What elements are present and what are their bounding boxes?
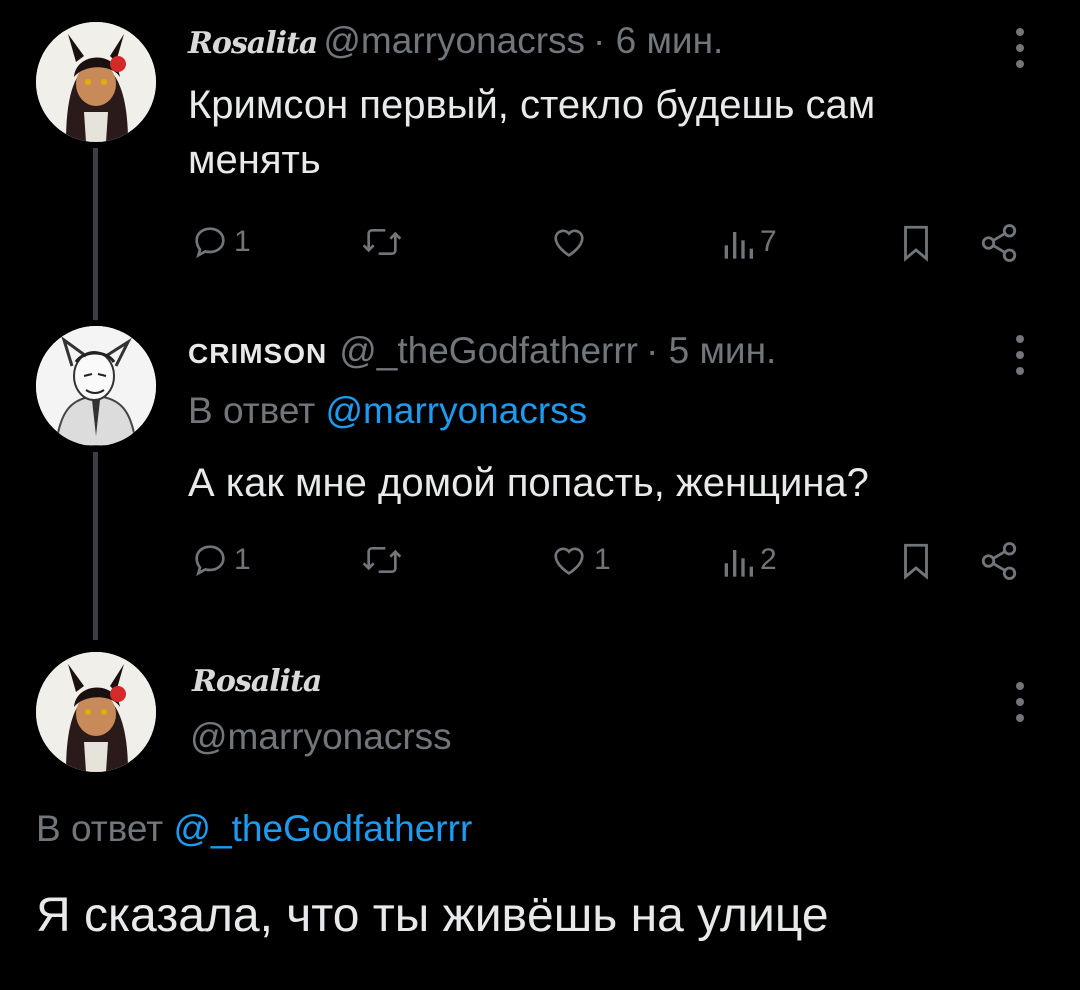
reply-context: В ответ @_theGodfatherrr xyxy=(36,808,472,850)
handle[interactable]: @_theGodfatherrr xyxy=(339,330,638,372)
retweet-icon xyxy=(362,229,402,255)
tweet-header: CRIMSON @_theGodfatherrr · 5 мин. xyxy=(188,330,776,372)
reply-button[interactable]: 1 xyxy=(190,222,251,262)
more-options-button[interactable] xyxy=(1013,682,1027,722)
reply-button[interactable]: 1 xyxy=(190,540,251,580)
timestamp[interactable]: · 5 мин. xyxy=(646,330,776,372)
bookmark-button[interactable] xyxy=(898,222,934,264)
thread-line xyxy=(93,452,98,640)
retweet-button[interactable] xyxy=(360,540,404,580)
tweet-text-line: Кримсон первый, стекло будешь сам xyxy=(188,83,876,127)
tweet-text-line: менять xyxy=(188,138,321,182)
heart-icon xyxy=(554,547,584,575)
thread-line xyxy=(93,148,98,320)
bookmark-button[interactable] xyxy=(898,540,934,582)
heart-icon xyxy=(554,229,584,257)
avatar[interactable] xyxy=(36,652,156,772)
share-icon xyxy=(981,542,1017,580)
view-count: 7 xyxy=(760,225,777,258)
reply-icon xyxy=(195,545,225,577)
display-name[interactable]: Rosalita xyxy=(192,664,322,699)
views-button[interactable]: 7 xyxy=(720,222,777,262)
like-count: 1 xyxy=(594,543,611,576)
bookmark-icon xyxy=(904,225,928,262)
reply-context: В ответ @marryonacrss xyxy=(188,390,587,432)
reply-icon xyxy=(195,227,225,259)
main-tweet-text: Я сказала, что ты живёшь на улице xyxy=(36,889,829,942)
reply-prefix: В ответ xyxy=(36,808,164,849)
handle[interactable]: @marryonacrss xyxy=(190,716,452,758)
share-icon xyxy=(981,224,1017,262)
avatar[interactable] xyxy=(36,326,156,446)
display-name[interactable]: Rosalita xyxy=(188,26,318,61)
handle[interactable]: @marryonacrss xyxy=(323,20,585,62)
reply-prefix: В ответ xyxy=(188,390,316,431)
tweet-text: А как мне домой попасть, женщина? xyxy=(188,461,869,505)
retweet-icon xyxy=(362,547,402,573)
avatar[interactable] xyxy=(36,22,156,142)
views-button[interactable]: 2 xyxy=(720,540,777,580)
views-icon xyxy=(724,232,753,259)
timestamp[interactable]: · 6 мин. xyxy=(593,20,723,62)
more-options-button[interactable] xyxy=(1013,335,1027,375)
views-icon xyxy=(724,550,753,577)
view-count: 2 xyxy=(760,543,777,576)
reply-to-handle[interactable]: @_theGodfatherrr xyxy=(174,808,473,849)
reply-count: 1 xyxy=(234,543,251,576)
display-name[interactable]: CRIMSON xyxy=(188,338,327,370)
share-button[interactable] xyxy=(978,222,1020,264)
reply-count: 1 xyxy=(234,225,251,258)
bookmark-icon xyxy=(904,543,928,580)
tweet-header: Rosalita @marryonacrss · 6 мин. xyxy=(188,20,723,62)
more-options-button[interactable] xyxy=(1013,28,1027,68)
share-button[interactable] xyxy=(978,540,1020,582)
reply-to-handle[interactable]: @marryonacrss xyxy=(326,390,588,431)
retweet-button[interactable] xyxy=(360,222,404,262)
like-button[interactable] xyxy=(548,222,594,262)
like-button[interactable]: 1 xyxy=(548,540,611,580)
tweet-text: Кримсон первый, стекло будешь сам менять xyxy=(188,78,1048,188)
